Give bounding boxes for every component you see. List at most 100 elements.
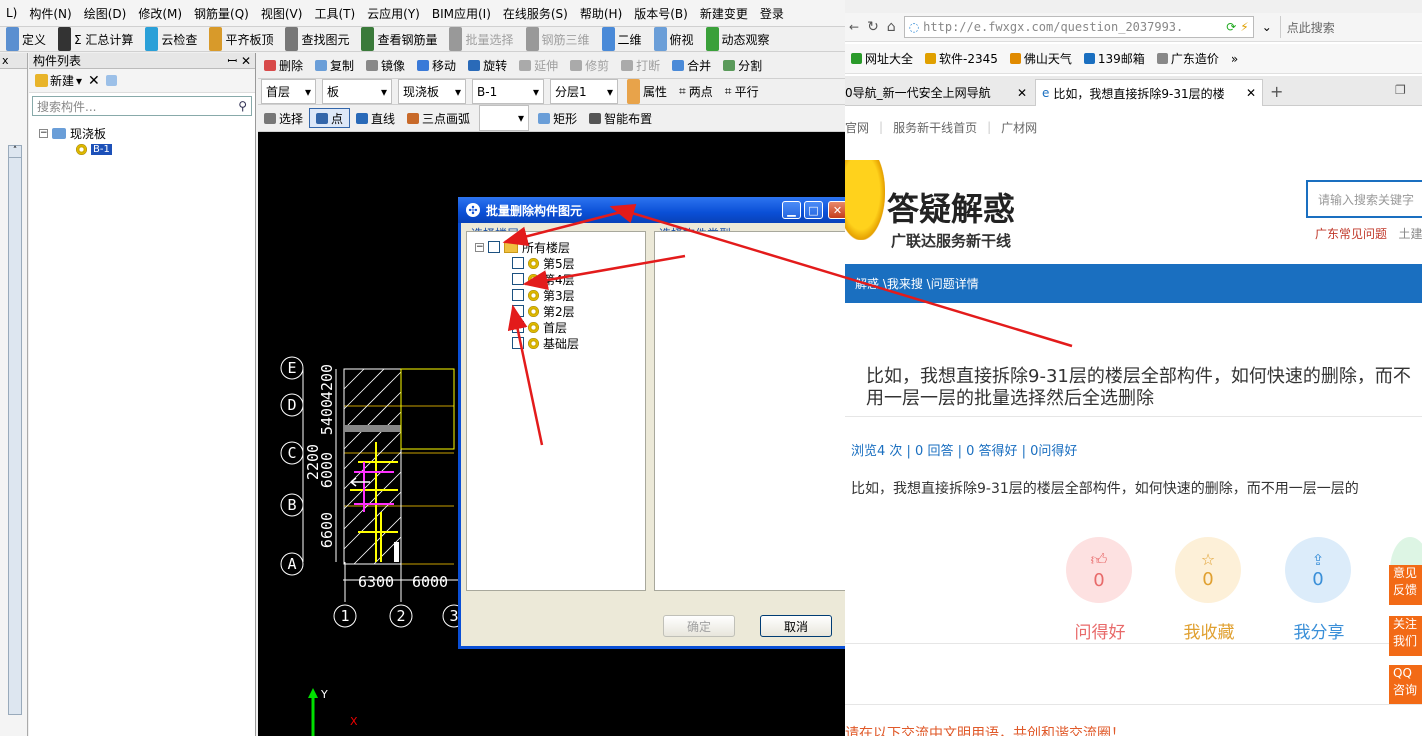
toolbar-button-8[interactable]: 二维 — [596, 27, 648, 51]
toolbar-button-10[interactable]: 动态观察 — [700, 27, 776, 51]
site-search-input[interactable]: 请输入搜索关键字 — [1306, 180, 1422, 218]
new-tab-icon[interactable]: + — [1270, 82, 1283, 101]
toolbar-button-7[interactable]: 钢筋三维 — [520, 27, 596, 51]
tree-node-all-floors[interactable]: − 所有楼层 — [475, 239, 570, 255]
floor-checkbox[interactable] — [512, 321, 524, 333]
menu-item-7[interactable]: 云应用(Y) — [361, 0, 426, 26]
floor-checkbox[interactable] — [512, 257, 524, 269]
bookmarks-more-icon[interactable]: » — [1225, 52, 1244, 66]
tab-close-icon[interactable]: ✕ — [1017, 86, 1027, 100]
tab-close-icon[interactable]: ✕ — [1246, 86, 1256, 100]
bookmark-0[interactable]: 网址大全 — [845, 50, 919, 67]
bookmark-1[interactable]: 软件-2345 — [919, 50, 1004, 67]
menu-item-8[interactable]: BIM应用(I) — [426, 0, 497, 26]
tab-nav[interactable]: 0导航_新一代安全上网导航 ✕ — [845, 79, 1033, 106]
menu-item-12[interactable]: 新建变更 — [694, 0, 754, 26]
toolbar-button-4[interactable]: 查找图元 — [279, 27, 355, 51]
edit-button-0[interactable]: 删除 — [258, 53, 309, 78]
menu-item-1[interactable]: 构件(N) — [23, 0, 77, 26]
new-component-button[interactable]: 新建 ▾ — [35, 72, 82, 89]
component-type-list[interactable] — [654, 231, 845, 591]
tree-node-b1[interactable]: B-1 — [76, 141, 112, 157]
floor-node-5[interactable]: 基础层 — [512, 335, 579, 351]
toolbar-button-5[interactable]: 查看钢筋量 — [355, 27, 443, 51]
edit-button-1[interactable]: 复制 — [309, 53, 360, 78]
toolbar-button-2[interactable]: 云检查 — [139, 27, 203, 51]
top-nav-link-1[interactable]: 服务新干线首页 — [893, 119, 977, 136]
dialog-titlebar[interactable]: ✣ 批量删除构件图元 ▁ □ ✕ — [458, 197, 845, 223]
copy-icon[interactable] — [105, 75, 117, 86]
close-icon[interactable]: ✕ — [828, 201, 845, 219]
restore-icon[interactable]: ❐ — [1395, 83, 1406, 97]
draw-button-2[interactable]: 直线 — [350, 105, 401, 131]
floor-checkbox[interactable] — [512, 289, 524, 301]
toolbar-button-0[interactable]: 定义 — [0, 27, 52, 51]
bookmark-3[interactable]: 139邮箱 — [1078, 50, 1151, 67]
menu-item-10[interactable]: 帮助(H) — [574, 0, 628, 26]
tree-node-slab[interactable]: − 现浇板 — [39, 125, 106, 141]
menu-item-6[interactable]: 工具(T) — [308, 0, 361, 26]
menu-item-11[interactable]: 版本号(B) — [628, 0, 694, 26]
search-icon[interactable]: ⚲ — [238, 99, 247, 113]
floor-checkbox[interactable] — [512, 273, 524, 285]
pin-close-icons[interactable]: ꟷ ✕ — [227, 52, 251, 69]
edit-button-2[interactable]: 镜像 — [360, 53, 411, 78]
favorite-button[interactable]: ☆ 0 — [1175, 537, 1241, 603]
edit-button-5[interactable]: 延伸 — [513, 53, 564, 78]
bookmark-4[interactable]: 广东造价 — [1151, 50, 1225, 67]
edit-button-7[interactable]: 打断 — [615, 53, 666, 78]
floor-node-0[interactable]: 第5层 — [512, 255, 575, 271]
url-input[interactable]: ◌ http://e.fwxgx.com/question_2037993. ⟳… — [903, 16, 1254, 38]
all-floors-checkbox[interactable] — [488, 241, 500, 253]
toolbar-button-3[interactable]: 平齐板顶 — [203, 27, 279, 51]
hot-link[interactable]: 广东常见问题 — [1315, 227, 1387, 241]
toolbar-button-6[interactable]: 批量选择 — [443, 27, 519, 51]
share-button[interactable]: ⇪ 0 — [1285, 537, 1351, 603]
edit-button-9[interactable]: 分割 — [717, 53, 768, 78]
edit-button-3[interactable]: 移动 — [411, 53, 462, 78]
cancel-button[interactable]: 取消 — [760, 615, 832, 637]
component-search-input[interactable]: 搜索构件... ⚲ — [32, 96, 252, 116]
edit-button-4[interactable]: 旋转 — [462, 53, 513, 78]
properties-button[interactable]: 属性 — [621, 79, 673, 104]
refresh-green-icon[interactable]: ⟳ — [1226, 20, 1236, 34]
home-icon[interactable]: ⌂ — [887, 19, 896, 35]
floor-select[interactable]: 首层 ▾ — [261, 79, 316, 104]
component-select[interactable]: B-1 ▾ — [472, 79, 544, 104]
draw-button-3[interactable]: 三点画弧 — [401, 105, 476, 131]
floor-node-1[interactable]: 第4层 — [512, 271, 575, 287]
top-nav-link-0[interactable]: 官网 — [845, 119, 869, 136]
parallel-button[interactable]: ⌗ 平行 — [719, 79, 765, 104]
hot-link[interactable]: 土建 — [1398, 227, 1422, 241]
feedback-button[interactable]: 意见反馈 — [1389, 565, 1422, 605]
two-point-button[interactable]: ⌗ 两点 — [673, 79, 719, 104]
dropdown-icon[interactable]: ⌄ — [1262, 20, 1272, 34]
toolbar-button-1[interactable]: Σ 汇总计算 — [52, 27, 139, 51]
follow-button[interactable]: 关注我们 — [1389, 616, 1422, 656]
subtype-select[interactable]: 现浇板 ▾ — [398, 79, 466, 104]
arc-mode-select[interactable]: ▾ — [479, 105, 530, 131]
floor-checkbox[interactable] — [512, 337, 524, 349]
collapse-icon[interactable]: − — [475, 242, 484, 252]
menu-item-5[interactable]: 视图(V) — [255, 0, 309, 26]
type-select[interactable]: 板 ▾ — [322, 79, 392, 104]
menu-item-0[interactable]: L) — [0, 0, 23, 26]
floor-checkbox[interactable] — [512, 305, 524, 317]
draw-button-5[interactable]: 智能布置 — [583, 105, 658, 131]
back-icon[interactable]: ← — [849, 20, 859, 34]
menu-item-9[interactable]: 在线服务(S) — [497, 0, 574, 26]
collapse-icon[interactable]: − — [39, 128, 48, 138]
edit-button-6[interactable]: 修剪 — [564, 53, 615, 78]
menu-item-3[interactable]: 修改(M) — [132, 0, 188, 26]
bolt-icon[interactable]: ⚡ — [1240, 20, 1248, 34]
left-scrollbar[interactable]: ˄ — [8, 145, 22, 715]
qq-consult-button[interactable]: QQ咨询 — [1389, 665, 1422, 705]
floor-node-2[interactable]: 第3层 — [512, 287, 575, 303]
menu-item-4[interactable]: 钢筋量(Q) — [188, 0, 255, 26]
draw-button-0[interactable]: 选择 — [258, 105, 309, 131]
ask-good-button[interactable]: 👍︎ 0 — [1066, 537, 1132, 603]
ok-button[interactable]: 确定 — [663, 615, 735, 637]
toolbar-button-9[interactable]: 俯视 — [648, 27, 700, 51]
top-nav-link-2[interactable]: 广材网 — [1001, 119, 1037, 136]
edit-button-8[interactable]: 合并 — [666, 53, 717, 78]
